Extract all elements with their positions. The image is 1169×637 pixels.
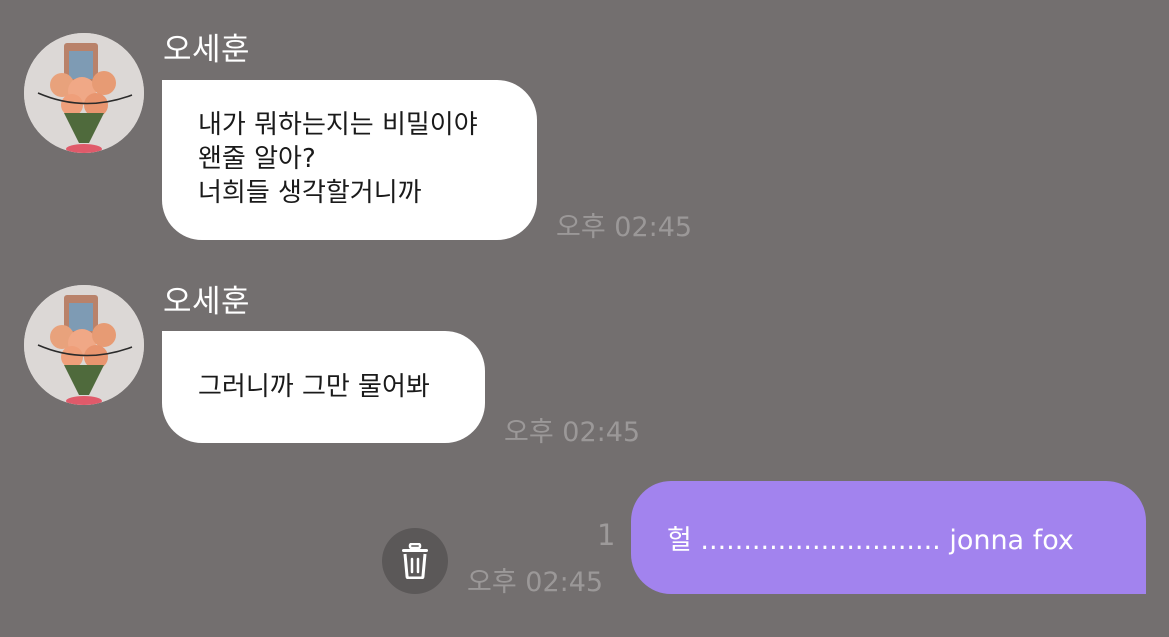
delete-message-button[interactable] [382,528,448,594]
message-time: 오후 02:45 [556,212,693,243]
sender-name: 오세훈 [163,32,251,68]
bouquet-avatar-image [24,285,144,405]
sender-avatar[interactable] [24,285,144,405]
message-line: 너희들 생각할거니까 [198,178,422,208]
unread-count: 1 [597,518,616,552]
sender-name: 오세훈 [163,284,251,320]
message-time: 오후 02:45 [504,417,641,448]
message-line: 그러니까 그만 물어봐 [198,372,430,402]
outgoing-message-bubble[interactable]: 헐 ............................ jonna fox [631,481,1146,594]
message-time: 오후 02:45 [467,567,604,598]
message-bubble[interactable]: 내가 뭐하는지는 비밀이야 왠줄 알아? 너희들 생각할거니까 [162,80,537,240]
trash-icon [402,543,428,579]
message-line: 왠줄 알아? [198,144,316,174]
message-line: 내가 뭐하는지는 비밀이야 [198,110,478,140]
message-bubble[interactable]: 그러니까 그만 물어봐 [162,331,485,443]
bouquet-avatar-image [24,33,144,153]
sender-avatar[interactable] [24,33,144,153]
outgoing-message-text: 헐 ............................ jonna fox [667,525,1074,556]
